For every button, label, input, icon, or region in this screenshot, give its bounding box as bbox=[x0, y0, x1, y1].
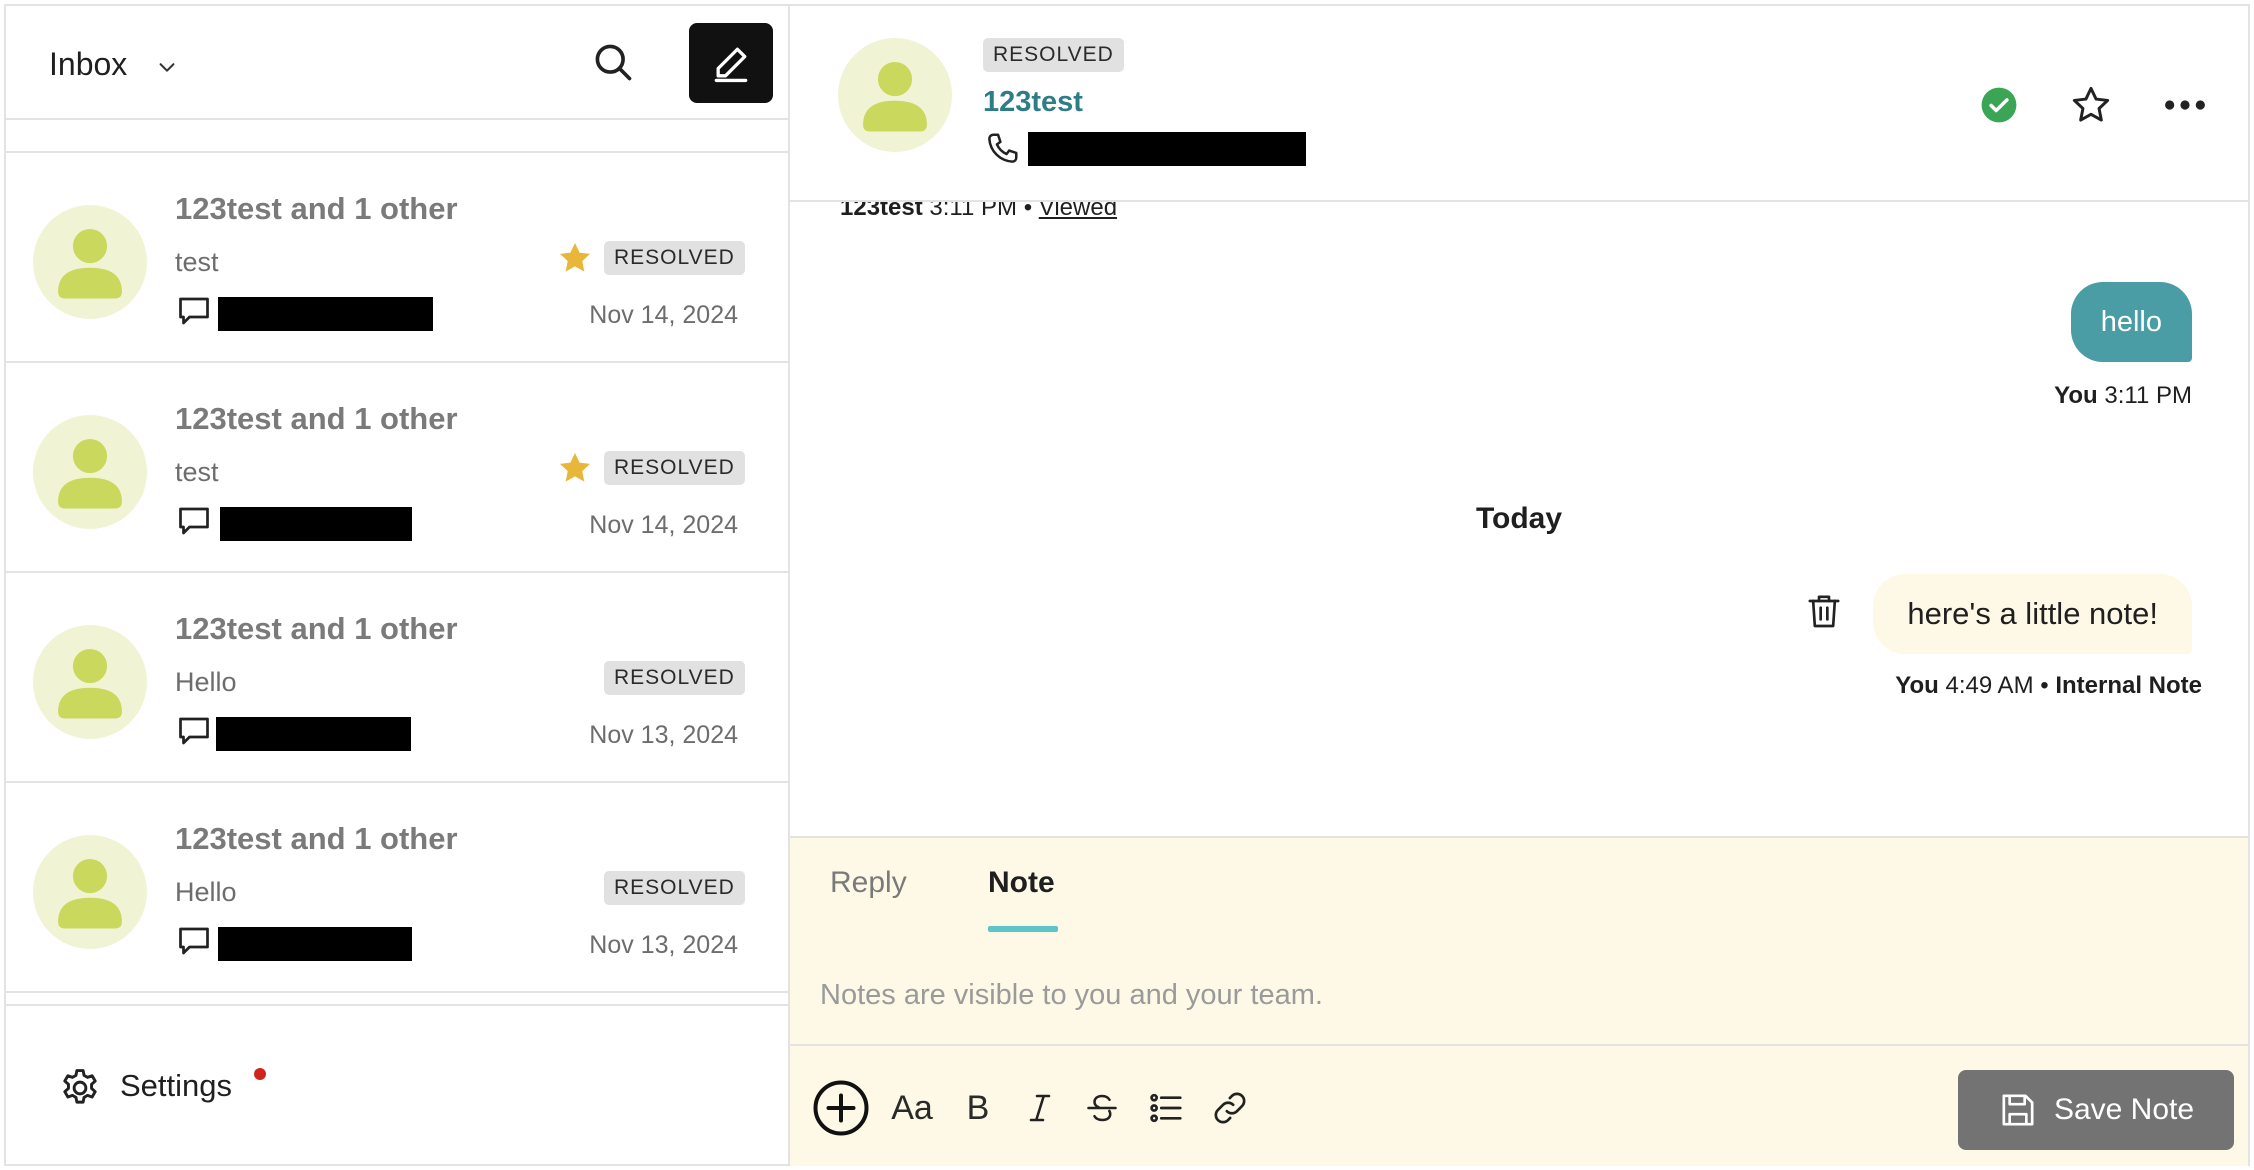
outgoing-message-meta: You 3:11 PM bbox=[2054, 382, 2192, 410]
meta-separator: • bbox=[2040, 672, 2049, 699]
message-sender: You bbox=[1895, 672, 1939, 699]
avatar-icon bbox=[33, 835, 147, 949]
save-note-button[interactable]: Save Note bbox=[1958, 1070, 2234, 1150]
conversation-date: Nov 14, 2024 bbox=[589, 301, 738, 329]
text-style-button[interactable]: Aa bbox=[882, 1078, 942, 1138]
list-icon bbox=[1150, 1093, 1182, 1123]
status-badge: RESOLVED bbox=[604, 661, 745, 695]
outgoing-message-bubble: hello bbox=[2070, 282, 2192, 362]
save-note-label: Save Note bbox=[2053, 1093, 2195, 1126]
conversation-preview: Hello bbox=[175, 667, 237, 697]
conversation-preview: Hello bbox=[175, 877, 237, 907]
avatar-icon bbox=[33, 625, 147, 739]
conversation-date: Nov 14, 2024 bbox=[589, 511, 738, 539]
search-icon[interactable] bbox=[591, 40, 635, 84]
conversation-panel: RESOLVED 123test 123test 3:11 PM • Viewe… bbox=[788, 4, 2250, 1166]
conversation-date: Nov 13, 2024 bbox=[589, 931, 738, 959]
redacted-phone-number bbox=[1028, 132, 1306, 166]
message-time: 3:11 PM bbox=[929, 202, 1018, 221]
tab-note[interactable]: Note bbox=[988, 866, 1055, 900]
phone-icon bbox=[988, 133, 1018, 163]
contact-name-link[interactable]: 123test bbox=[983, 86, 1083, 119]
inbox-panel: Inbox 123test and 1 other test RESOLVED … bbox=[4, 4, 790, 1166]
internal-note-meta: You 4:49 AM • Internal Note bbox=[1895, 672, 2202, 700]
redacted-contact bbox=[220, 507, 412, 541]
conversation-name: 123test and 1 other bbox=[175, 191, 458, 226]
insert-link-button[interactable] bbox=[1202, 1078, 1258, 1138]
inbox-header: Inbox bbox=[6, 6, 788, 120]
conversation-preview: test bbox=[175, 457, 219, 487]
status-badge: RESOLVED bbox=[604, 241, 745, 275]
tab-reply[interactable]: Reply bbox=[830, 866, 907, 900]
redacted-contact bbox=[218, 927, 412, 961]
strikethrough-icon bbox=[1087, 1094, 1117, 1122]
avatar-icon bbox=[33, 415, 147, 529]
status-badge: RESOLVED bbox=[983, 38, 1124, 72]
chevron-down-icon[interactable] bbox=[156, 56, 178, 78]
pencil-icon bbox=[714, 47, 748, 83]
avatar-icon bbox=[33, 205, 147, 319]
inbox-title[interactable]: Inbox bbox=[49, 46, 127, 83]
viewed-status-link[interactable]: Viewed bbox=[1039, 202, 1117, 221]
notification-dot bbox=[254, 1068, 266, 1080]
italic-icon bbox=[1029, 1094, 1051, 1122]
message-sender: 123test bbox=[840, 202, 923, 221]
floppy-disk-icon bbox=[2002, 1094, 2034, 1126]
note-input[interactable] bbox=[820, 970, 2200, 1020]
conversation-name: 123test and 1 other bbox=[175, 401, 458, 436]
bold-button[interactable]: B bbox=[952, 1078, 1004, 1138]
conversation-name: 123test and 1 other bbox=[175, 611, 458, 646]
redacted-contact bbox=[216, 717, 411, 751]
chat-bubble-icon bbox=[179, 507, 209, 535]
resolved-check-icon[interactable] bbox=[1980, 86, 2018, 124]
internal-note-bubble: here's a little note! bbox=[1873, 574, 2192, 654]
compose-button[interactable] bbox=[689, 23, 773, 103]
star-filled-icon[interactable] bbox=[556, 239, 594, 277]
meta-separator: • bbox=[1023, 202, 1033, 221]
avatar-icon bbox=[838, 38, 952, 152]
strikethrough-button[interactable] bbox=[1076, 1078, 1128, 1138]
message-thread: 123test 3:11 PM • Viewed hello You 3:11 … bbox=[790, 202, 2248, 836]
conversation-row[interactable]: 123test and 1 other Hello RESOLVED Nov 1… bbox=[6, 783, 790, 993]
previous-message-meta: 123test 3:11 PM • Viewed bbox=[840, 202, 1117, 222]
conversation-header: RESOLVED 123test bbox=[790, 6, 2248, 202]
conversation-row[interactable]: 123test and 1 other test RESOLVED Nov 14… bbox=[6, 153, 790, 363]
plus-circle-icon bbox=[813, 1080, 869, 1136]
trash-icon[interactable] bbox=[1804, 590, 1844, 632]
message-time: 4:49 AM bbox=[1945, 672, 2034, 699]
star-filled-icon[interactable] bbox=[556, 449, 594, 487]
active-tab-indicator bbox=[988, 926, 1058, 932]
inbox-footer: Settings bbox=[6, 1004, 788, 1164]
message-time: 3:11 PM bbox=[2104, 382, 2192, 409]
chat-bubble-icon bbox=[179, 927, 209, 955]
chat-bubble-icon bbox=[179, 297, 209, 325]
link-icon bbox=[1214, 1092, 1246, 1124]
redacted-contact bbox=[218, 297, 433, 331]
conversation-preview: test bbox=[175, 247, 219, 277]
conversation-date: Nov 13, 2024 bbox=[589, 721, 738, 749]
italic-button[interactable] bbox=[1014, 1078, 1066, 1138]
star-outline-icon[interactable] bbox=[2070, 84, 2112, 126]
composer: Reply Note Aa B Save Note bbox=[790, 836, 2248, 1166]
more-options-icon[interactable] bbox=[2162, 86, 2208, 124]
toolbar-divider bbox=[790, 1044, 2248, 1046]
settings-link[interactable]: Settings bbox=[120, 1068, 232, 1104]
chat-bubble-icon bbox=[179, 717, 209, 745]
gear-icon[interactable] bbox=[58, 1066, 102, 1110]
status-badge: RESOLVED bbox=[604, 451, 745, 485]
conversation-row[interactable]: 123test and 1 other Hello RESOLVED Nov 1… bbox=[6, 573, 790, 783]
conversation-row[interactable]: 123test and 1 other test RESOLVED Nov 14… bbox=[6, 363, 790, 573]
bullet-list-button[interactable] bbox=[1138, 1078, 1194, 1138]
message-sender: You bbox=[2054, 382, 2098, 409]
add-attachment-button[interactable] bbox=[810, 1078, 872, 1138]
day-divider: Today bbox=[1475, 502, 1563, 535]
conversation-name: 123test and 1 other bbox=[175, 821, 458, 856]
internal-note-label: Internal Note bbox=[2055, 672, 2202, 699]
status-badge: RESOLVED bbox=[604, 871, 745, 905]
